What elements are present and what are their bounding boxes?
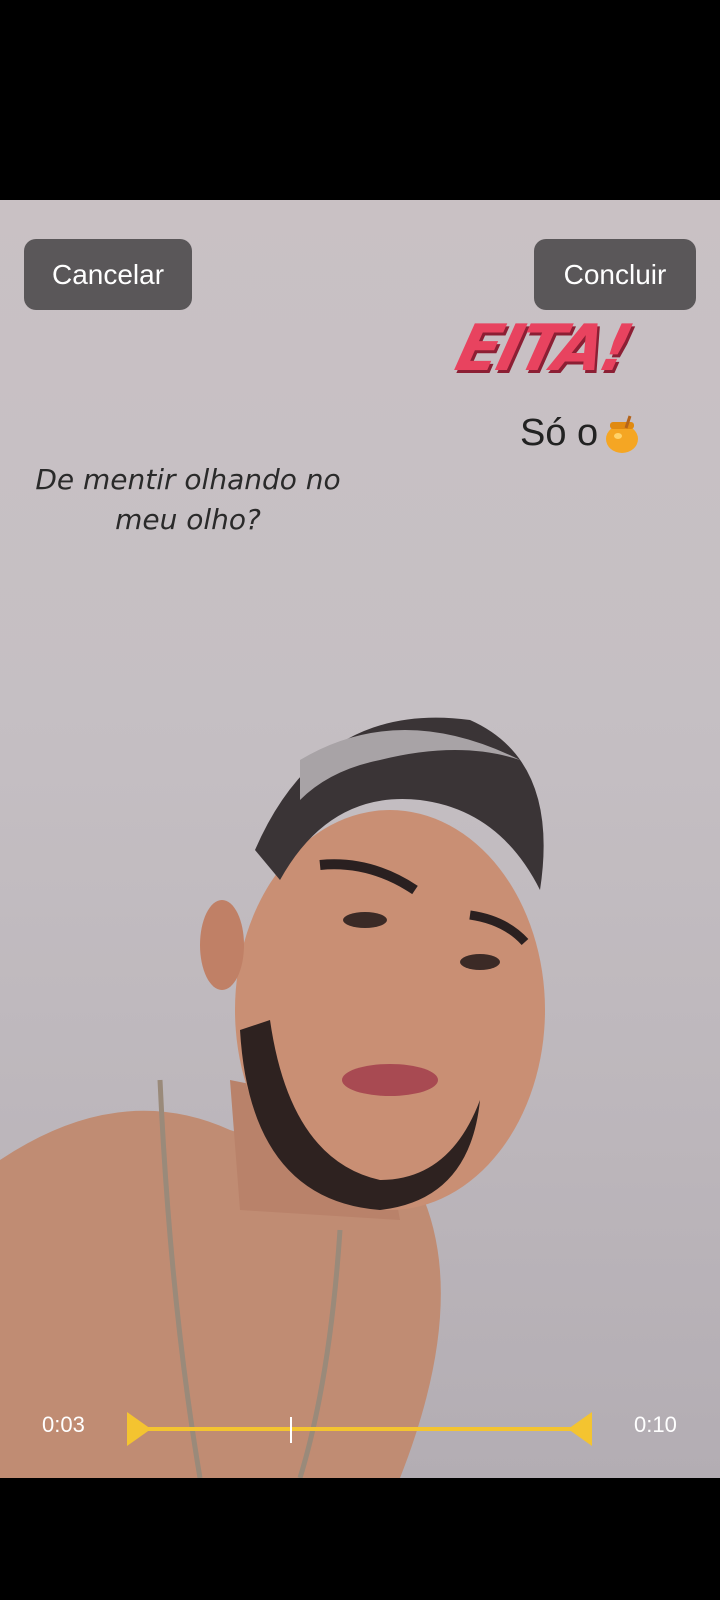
trim-end-time: 0:10 — [634, 1412, 677, 1437]
trim-track[interactable] — [140, 1427, 580, 1431]
eita-sticker[interactable]: EITA! — [449, 312, 637, 386]
trim-start-handle[interactable] — [127, 1412, 151, 1446]
caption-text[interactable]: De mentir olhando no meu olho? — [28, 460, 348, 540]
cancel-button[interactable]: Cancelar — [24, 239, 192, 310]
honey-pot-icon — [606, 415, 639, 453]
playhead[interactable] — [289, 1417, 292, 1443]
video-frame-image — [0, 717, 545, 1478]
so-o-sticker-text: Só o — [520, 412, 599, 454]
trim-end-handle[interactable] — [568, 1412, 592, 1446]
story-editor-screen: Cancelar Concluir EITA! Só o De mentir o… — [0, 0, 720, 1600]
so-o-sticker[interactable]: Só o — [520, 412, 640, 455]
video-preview[interactable]: Cancelar Concluir EITA! Só o De mentir o… — [0, 200, 720, 1478]
done-button[interactable]: Concluir — [534, 239, 696, 310]
trim-start-time: 0:03 — [42, 1412, 85, 1437]
